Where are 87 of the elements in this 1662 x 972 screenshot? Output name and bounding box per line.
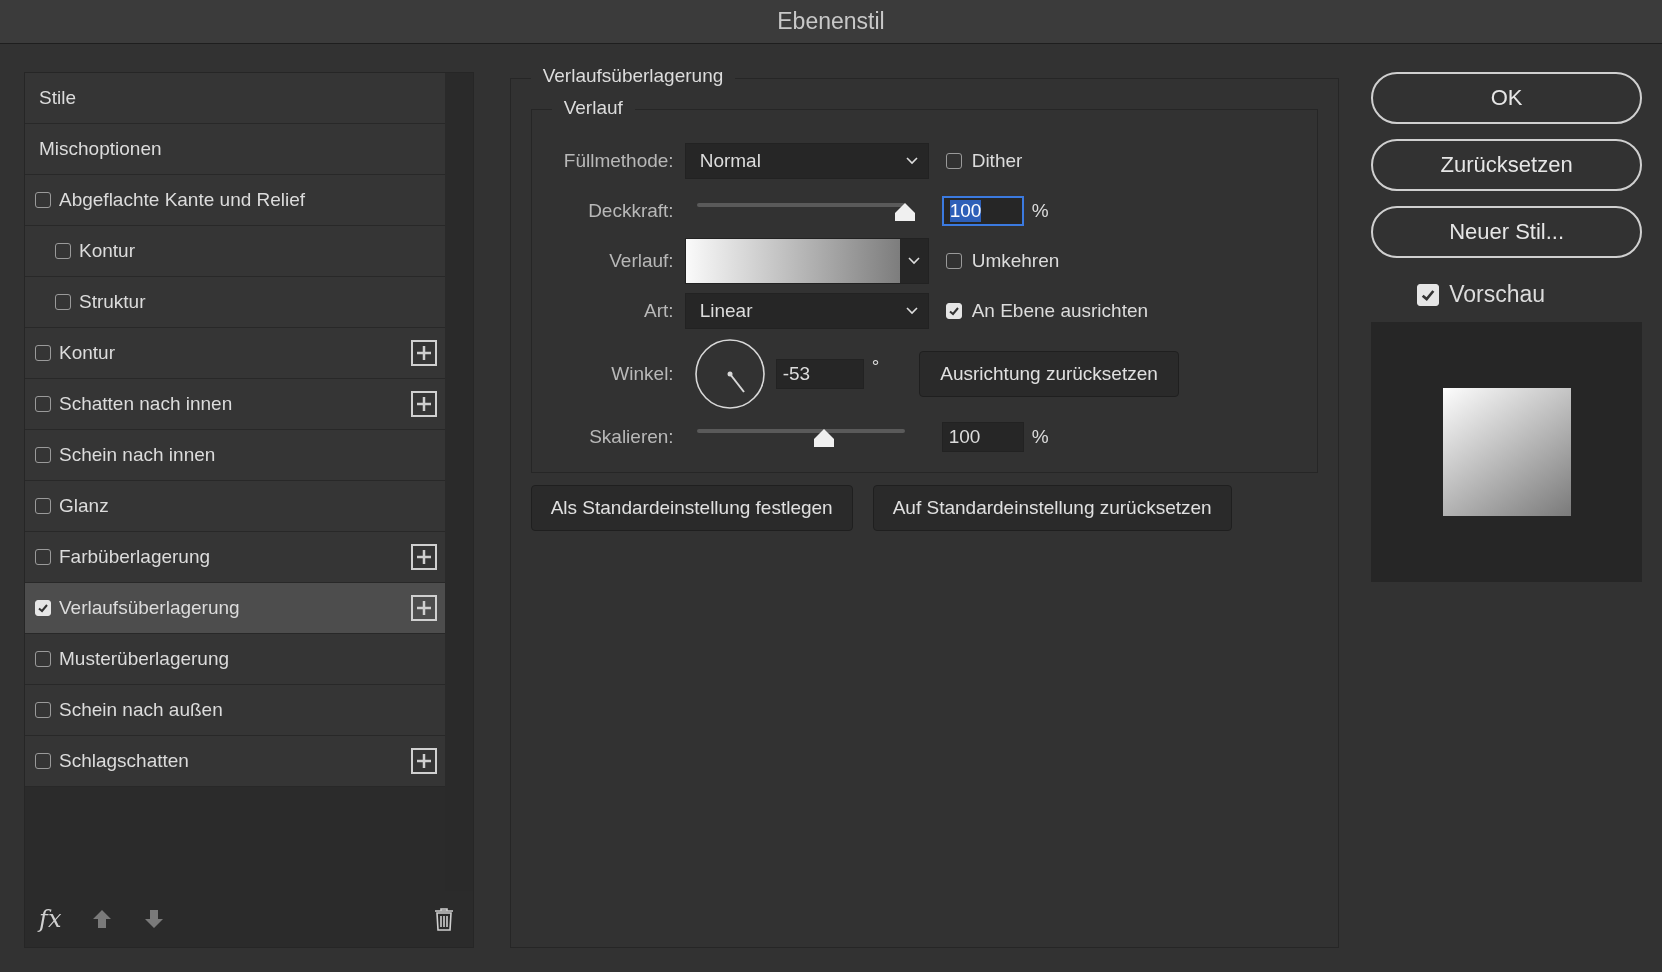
style-item-label: Abgeflachte Kante und Relief: [59, 189, 307, 211]
preview-checkbox[interactable]: Vorschau: [1417, 281, 1642, 308]
blend-mode-dropdown[interactable]: Normal: [684, 143, 929, 179]
style-dropdown[interactable]: Linear: [684, 293, 929, 329]
checkbox[interactable]: [35, 549, 51, 565]
style-item-label: Kontur: [59, 342, 116, 364]
style-item-label: Farbüberlagerung: [59, 546, 212, 568]
opacity-input[interactable]: 100: [941, 196, 1024, 226]
fx-button[interactable]: fx: [39, 905, 62, 933]
style-list-item[interactable]: Glanz: [25, 481, 445, 532]
checkbox[interactable]: [945, 153, 962, 169]
add-icon[interactable]: [411, 544, 437, 570]
checkbox-label: Vorschau: [1449, 281, 1546, 308]
checkbox[interactable]: [35, 396, 51, 412]
style-item-label: Verlaufsüberlagerung: [59, 597, 241, 619]
gradient-picker[interactable]: [684, 238, 929, 284]
unit-label: °: [871, 356, 880, 378]
scale-input[interactable]: 100: [941, 422, 1024, 452]
add-icon[interactable]: [411, 595, 437, 621]
style-item-label: Musterüberlagerung: [59, 648, 231, 670]
checkbox-label: Umkehren: [971, 250, 1060, 272]
style-list-item[interactable]: Musterüberlagerung: [25, 634, 445, 685]
unit-label: %: [1031, 200, 1049, 222]
window-title: Ebenenstil: [777, 8, 885, 35]
field-label: Winkel:: [610, 363, 674, 385]
checkbox[interactable]: [35, 345, 51, 361]
reset-alignment-button[interactable]: Ausrichtung zurücksetzen: [919, 351, 1179, 397]
arrow-up-icon[interactable]: [91, 908, 114, 930]
checkbox[interactable]: [35, 753, 51, 769]
style-item-label: Stile: [38, 87, 77, 109]
style-item-label: Kontur: [79, 240, 136, 262]
add-icon[interactable]: [411, 748, 437, 774]
style-list-item[interactable]: Schlagschatten: [25, 736, 445, 787]
checkbox[interactable]: [55, 294, 71, 310]
style-list-item[interactable]: Kontur: [25, 328, 445, 379]
chevron-down-icon[interactable]: [907, 257, 920, 265]
angle-input[interactable]: -53: [775, 359, 864, 389]
default-settings-button[interactable]: Auf Standardeinstellung zurücksetzen: [872, 485, 1232, 531]
add-icon[interactable]: [411, 340, 437, 366]
reverse-checkbox[interactable]: Umkehren: [945, 250, 1060, 272]
checkbox[interactable]: [35, 651, 51, 667]
style-list-item[interactable]: Struktur: [25, 277, 445, 328]
dialog-button[interactable]: OK: [1371, 72, 1642, 124]
style-item-label: Struktur: [79, 291, 147, 313]
style-list-item[interactable]: Schein nach außen: [25, 685, 445, 736]
style-item-label: Schatten nach innen: [59, 393, 234, 415]
style-list-item[interactable]: Schatten nach innen: [25, 379, 445, 430]
checkbox[interactable]: [945, 253, 962, 269]
style-list-item[interactable]: Kontur: [25, 226, 445, 277]
chevron-down-icon: [905, 307, 918, 315]
style-list-item[interactable]: Stile: [25, 73, 445, 124]
field-label: Skalieren:: [588, 426, 674, 448]
dialog-button[interactable]: Zurücksetzen: [1371, 139, 1642, 191]
add-icon[interactable]: [411, 391, 437, 417]
checkmark-icon: [37, 602, 49, 614]
dither-checkbox[interactable]: Dither: [945, 150, 1023, 172]
style-item-label: Schein nach außen: [59, 699, 224, 721]
checkbox[interactable]: [35, 192, 51, 208]
default-settings-button[interactable]: Als Standardeinstellung festlegen: [530, 485, 853, 531]
arrow-down-icon[interactable]: [143, 908, 166, 930]
style-list-item[interactable]: Mischoptionen: [25, 124, 445, 175]
gradient-swatch[interactable]: [685, 239, 900, 283]
checkbox[interactable]: [55, 243, 71, 259]
chevron-down-icon: [905, 157, 918, 165]
checkbox[interactable]: [35, 702, 51, 718]
field-label: Art:: [643, 300, 674, 322]
style-list-item[interactable]: Verlaufsüberlagerung: [25, 583, 445, 634]
unit-label: %: [1031, 426, 1049, 448]
angle-dial[interactable]: [693, 338, 766, 410]
style-item-label: Glanz: [59, 495, 110, 517]
field-label: Deckkraft:: [587, 200, 674, 222]
style-list-item[interactable]: Schein nach innen: [25, 430, 445, 481]
checkbox[interactable]: [35, 498, 51, 514]
checkbox-label: Dither: [971, 150, 1023, 172]
style-item-label: Schlagschatten: [59, 750, 190, 772]
slider-thumb[interactable]: [893, 202, 916, 222]
style-item-label: Schein nach innen: [59, 444, 217, 466]
dialog-button[interactable]: Neuer Stil...: [1371, 206, 1642, 258]
style-item-label: Mischoptionen: [38, 138, 163, 160]
field-label: Füllmethode:: [562, 150, 674, 172]
style-list-item[interactable]: Abgeflachte Kante und Relief: [25, 175, 445, 226]
checkmark-icon: [947, 305, 960, 317]
slider-thumb[interactable]: [812, 428, 835, 448]
field-label: Verlauf:: [608, 250, 674, 272]
checkbox[interactable]: [35, 447, 51, 463]
style-list-item[interactable]: Farbüberlagerung: [25, 532, 445, 583]
trash-icon[interactable]: [432, 907, 455, 931]
